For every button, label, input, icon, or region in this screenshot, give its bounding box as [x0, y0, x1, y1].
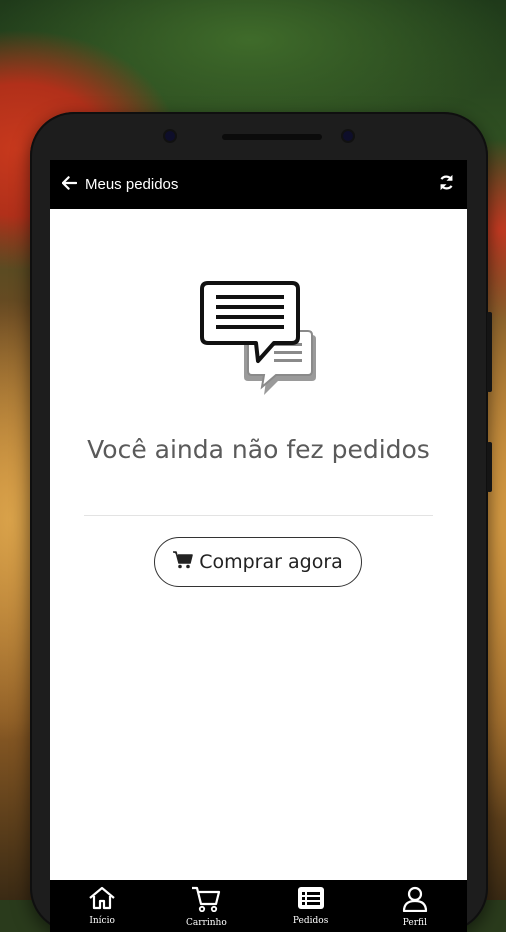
cart-icon — [191, 886, 221, 916]
home-icon — [88, 886, 116, 914]
cart-icon — [173, 550, 194, 574]
bottom-nav: Início Carrinho Pedidos Perfil — [50, 880, 467, 932]
user-icon — [402, 886, 428, 916]
nav-item-pedidos[interactable]: Pedidos — [259, 880, 363, 926]
nav-label-inicio: Início — [89, 916, 115, 926]
nav-item-inicio[interactable]: Início — [50, 880, 154, 926]
chat-bubbles-icon — [200, 279, 325, 408]
back-nav[interactable]: Meus pedidos — [61, 175, 179, 194]
nav-item-perfil[interactable]: Perfil — [363, 880, 467, 928]
nav-item-carrinho[interactable]: Carrinho — [154, 880, 258, 928]
empty-message: Você ainda não fez pedidos — [87, 435, 430, 464]
nav-label-perfil: Perfil — [402, 918, 427, 928]
divider — [84, 515, 433, 516]
page-title: Meus pedidos — [85, 176, 179, 193]
empty-state: Você ainda não fez pedidos Comprar agora — [50, 209, 467, 849]
phone-sensor — [165, 131, 175, 141]
arrow-left-icon[interactable] — [61, 175, 78, 194]
phone-volume-button — [487, 312, 492, 392]
nav-label-carrinho: Carrinho — [186, 918, 227, 928]
phone-frame: Meus pedidos Você ainda não fez pedidos … — [30, 112, 492, 932]
list-icon — [297, 886, 325, 914]
buy-now-label: Comprar agora — [199, 551, 343, 573]
phone-speaker — [222, 134, 322, 140]
nav-label-pedidos: Pedidos — [292, 916, 329, 926]
phone-power-button — [487, 442, 492, 492]
refresh-icon[interactable] — [438, 174, 455, 195]
app-screen: Meus pedidos Você ainda não fez pedidos … — [50, 160, 467, 932]
buy-now-button[interactable]: Comprar agora — [154, 537, 362, 587]
phone-front-camera — [343, 131, 353, 141]
top-bar: Meus pedidos — [50, 160, 467, 209]
